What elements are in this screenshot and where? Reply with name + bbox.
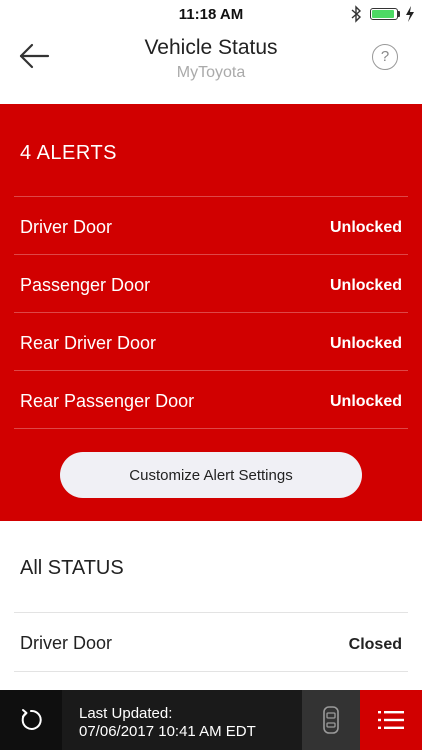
alert-value: Unlocked: [329, 277, 402, 294]
list-button[interactable]: [360, 690, 422, 750]
alert-value: Unlocked: [329, 393, 402, 410]
alerts-heading: 4 ALERTS: [20, 142, 118, 164]
divider: [14, 671, 408, 672]
vehicle-icon: [323, 706, 339, 734]
status-name: Driver Door: [20, 633, 113, 653]
battery-icon: [370, 8, 398, 20]
bluetooth-icon: [351, 5, 362, 23]
header: Vehicle Status MyToyota ?: [0, 28, 422, 104]
alert-name: Rear Driver Door: [20, 333, 157, 353]
alert-row: Rear Passenger Door Unlocked: [14, 370, 408, 428]
alert-value: Unlocked: [329, 219, 402, 236]
alert-name: Passenger Door: [20, 275, 151, 295]
last-updated-label: Last Updated:: [79, 705, 173, 722]
alert-name: Rear Passenger Door: [20, 391, 195, 411]
battery-nub: [398, 11, 400, 17]
divider: [14, 612, 408, 613]
customize-alert-settings-button[interactable]: Customize Alert Settings: [60, 452, 362, 498]
page-subtitle: MyToyota: [176, 64, 246, 81]
status-bar: 11:18 AM: [0, 0, 422, 28]
list-icon: [378, 711, 404, 729]
help-icon[interactable]: ?: [372, 44, 398, 70]
alert-name: Driver Door: [20, 217, 113, 237]
vehicle-button[interactable]: [302, 690, 360, 750]
alert-value: Unlocked: [329, 335, 402, 352]
refresh-button[interactable]: [0, 690, 62, 750]
alert-row: Driver Door Unlocked: [14, 196, 408, 254]
alert-row: Rear Driver Door Unlocked: [14, 312, 408, 370]
refresh-icon: [21, 709, 42, 730]
charging-bolt-icon: [406, 6, 414, 22]
alert-row: Passenger Door Unlocked: [14, 254, 408, 312]
battery-level: [372, 10, 394, 18]
bottom-bar: Last Updated: 07/06/2017 10:41 AM EDT: [0, 690, 422, 750]
page-title: Vehicle Status: [144, 36, 278, 59]
last-updated: Last Updated: 07/06/2017 10:41 AM EDT: [79, 705, 256, 741]
status-value: Closed: [348, 636, 402, 653]
divider: [14, 428, 408, 429]
last-updated-time: 07/06/2017 10:41 AM EDT: [79, 723, 256, 740]
alerts-section: 4 ALERTS Driver Door Unlocked Passenger …: [0, 104, 422, 521]
all-status-heading: All STATUS: [20, 557, 124, 579]
all-status-section: All STATUS Driver Door Closed: [0, 521, 422, 690]
